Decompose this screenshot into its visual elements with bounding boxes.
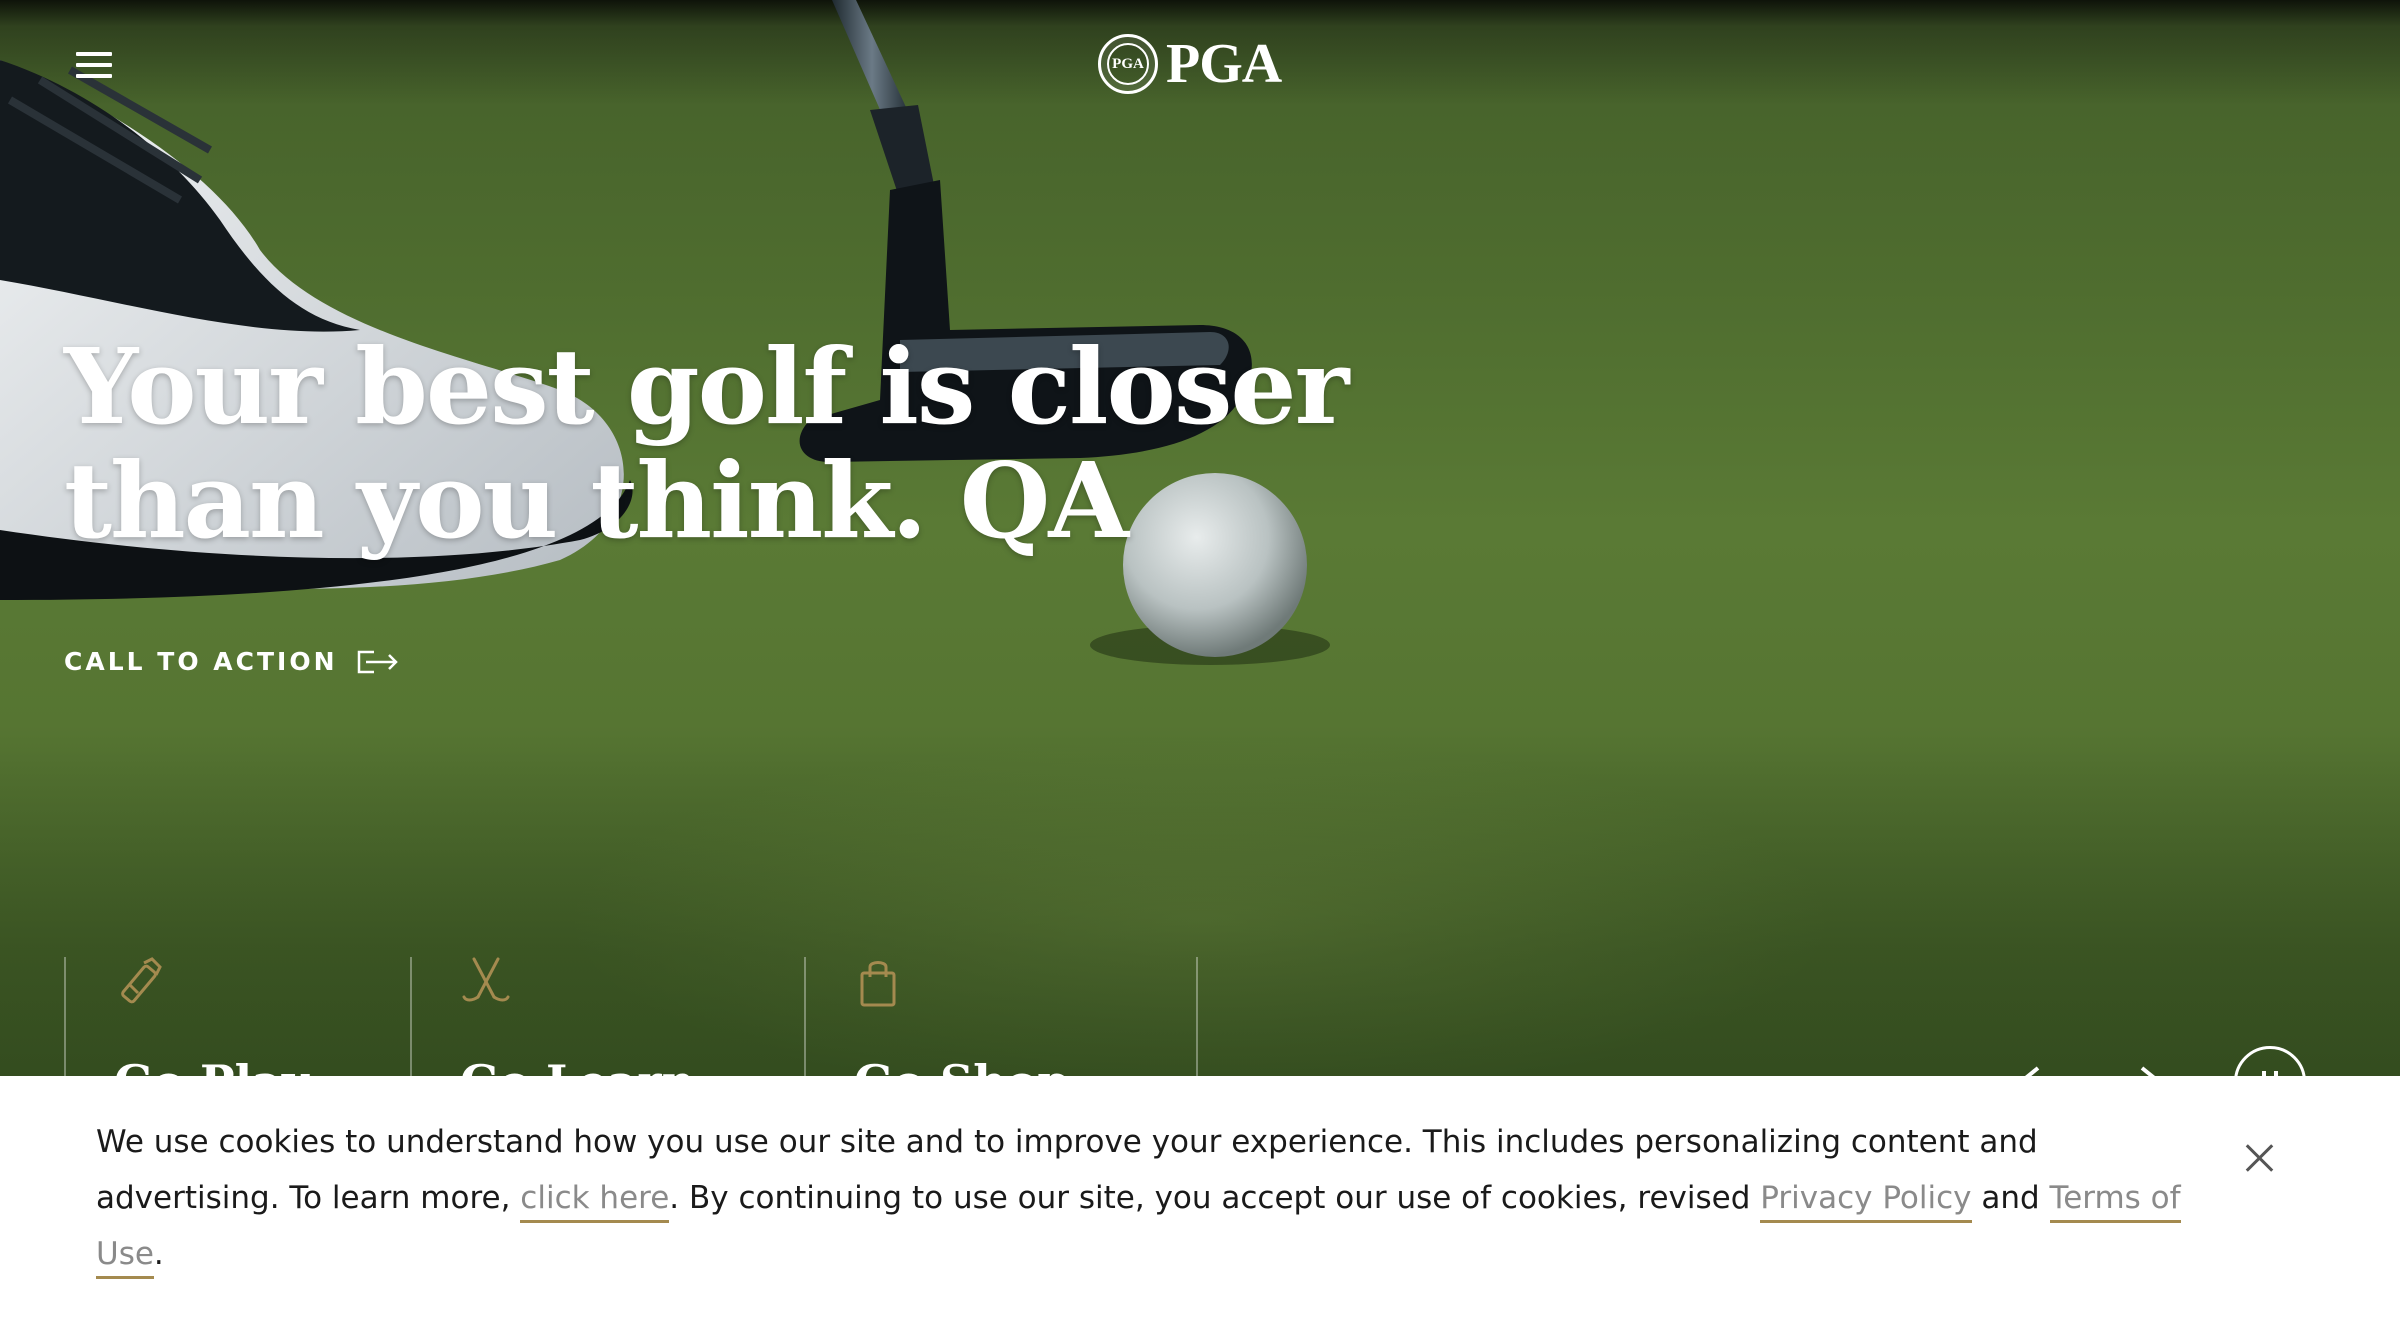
hero-headline: Your best golf is closer than you think.… [64,330,1364,558]
cookie-text-part2: . By continuing to use our site, you acc… [669,1180,1761,1216]
golf-bag-icon [121,957,162,1004]
cookie-message: We use cookies to understand how you use… [96,1114,2196,1282]
shopping-bag-icon [860,961,896,1007]
seal-text: PGA [1112,55,1144,72]
quick-links: Go Play Go Learn Go Shop [64,957,1198,1109]
cta-label: CALL TO ACTION [64,647,338,676]
pga-seal-icon: PGA [1098,34,1158,94]
quick-link-go-learn[interactable]: Go Learn [410,957,804,1109]
call-to-action-link[interactable]: CALL TO ACTION [64,647,400,676]
pga-logo[interactable]: PGA PGA [1098,32,1282,96]
crossed-clubs-icon [462,957,510,1002]
logo-wordmark: PGA [1166,33,1282,95]
privacy-policy-link[interactable]: Privacy Policy [1760,1180,1972,1223]
cookie-text-end: . [153,1236,164,1272]
arrow-out-icon [357,650,398,673]
seal-ring: PGA [1107,43,1149,85]
headline-line-1: Your best golf is closer [64,325,1349,448]
menu-line [76,63,112,67]
quick-link-go-play[interactable]: Go Play [64,957,410,1109]
close-icon[interactable] [2240,1138,2280,1178]
menu-button[interactable] [72,48,118,82]
quick-link-go-shop[interactable]: Go Shop [804,957,1198,1109]
cookie-banner: We use cookies to understand how you use… [0,1076,2400,1318]
menu-line [76,52,112,56]
click-here-link[interactable]: click here [520,1180,670,1223]
cookie-text-and: and [1971,1180,2050,1216]
headline-line-2: than you think. QA [64,439,1129,562]
menu-line [76,74,112,78]
